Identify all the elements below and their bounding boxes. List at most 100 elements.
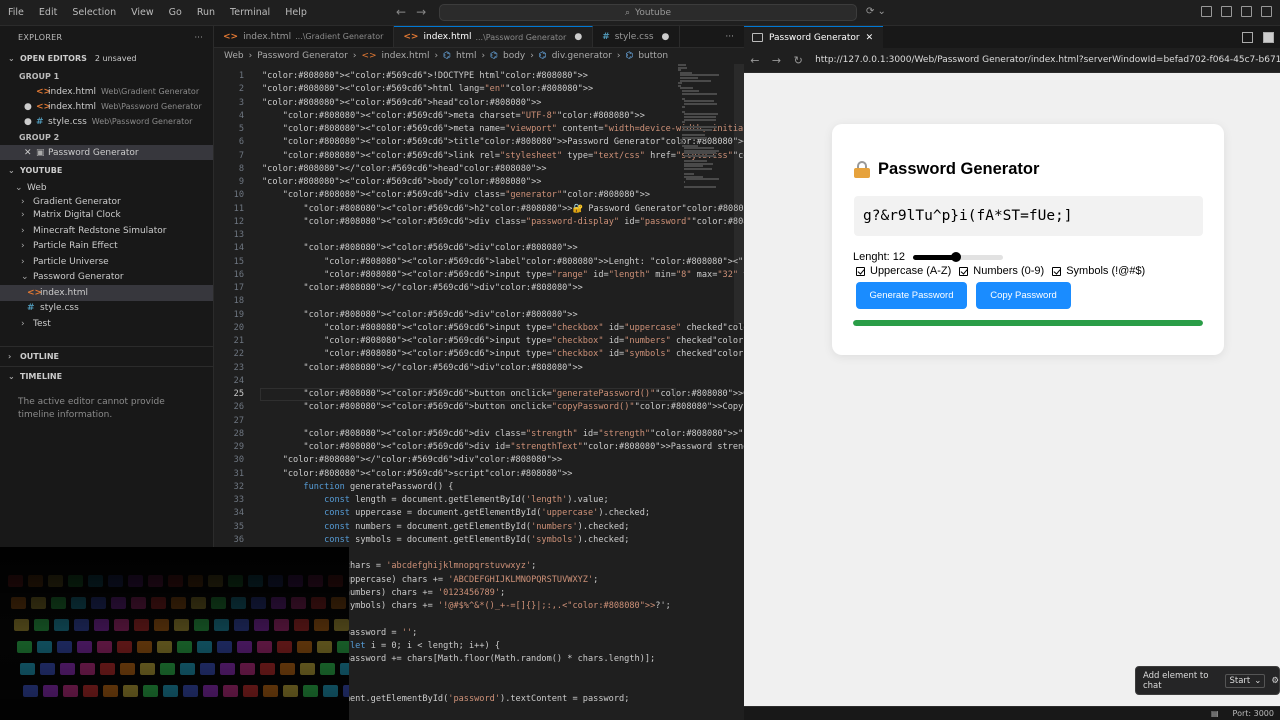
more-actions-icon[interactable]: ··· (715, 26, 744, 47)
port-status[interactable]: Port: 3000 (1233, 709, 1274, 718)
open-editors-section[interactable]: ⌄ OPEN EDITORS 2 unsaved (0, 48, 213, 68)
explorer-title: EXPLORER (18, 32, 63, 42)
toggle-panel-icon[interactable] (1221, 6, 1232, 17)
numbers-checkbox[interactable] (959, 266, 969, 276)
length-slider[interactable] (913, 251, 1003, 263)
menu-terminal[interactable]: Terminal (223, 7, 277, 18)
symbols-option[interactable]: Symbols (!@#$) (1052, 265, 1145, 277)
breadcrumb-item[interactable]: html (456, 51, 477, 61)
copilot-icon[interactable]: ⟳ ⌄ (866, 6, 886, 17)
menu-edit[interactable]: Edit (32, 7, 64, 18)
tree-item-test[interactable]: › Test (0, 316, 213, 332)
more-actions-icon[interactable]: ··· (194, 33, 203, 42)
tab-style-css[interactable]: # style.css ● (593, 26, 681, 47)
vertical-scrollbar[interactable] (734, 64, 744, 324)
open-editor-item[interactable]: <> index.html Web\Gradient Generator (0, 84, 213, 99)
menu-run[interactable]: Run (190, 7, 222, 18)
add-element-to-chat: Add element to chat Start ⌄ ⚙ (1135, 666, 1280, 695)
breadcrumb-item[interactable]: button (638, 51, 668, 61)
unsaved-dot-icon[interactable]: ● (662, 32, 670, 42)
tab-path: ...\Gradient Generator (295, 32, 384, 41)
tab-index-gradient[interactable]: <> index.html ...\Gradient Generator (214, 26, 395, 47)
line-number: 35 (233, 521, 244, 532)
menu-selection[interactable]: Selection (65, 7, 123, 18)
chevron-right-icon: › (530, 51, 534, 61)
code-line: "color:#808080"><"color:#569cd6">button … (303, 389, 744, 399)
tab-path: ...\Password Generator (475, 32, 567, 42)
customize-layout-icon[interactable] (1261, 6, 1272, 17)
option-label: Numbers (0-9) (973, 265, 1045, 277)
element-icon: ⌬ (490, 51, 498, 61)
open-editor-item[interactable]: ● # style.css Web\Password Generator (0, 114, 213, 129)
layout-icon[interactable]: ▤ (1211, 709, 1219, 718)
toggle-sidebar-icon[interactable] (1201, 6, 1212, 17)
generate-password-button[interactable]: Generate Password (856, 282, 967, 309)
menu-go[interactable]: Go (162, 7, 189, 18)
breadcrumb-item[interactable]: div.generator (552, 51, 612, 61)
minimap[interactable] (678, 64, 734, 194)
timeline-section[interactable]: ⌄ TIMELINE (0, 365, 213, 386)
outline-section[interactable]: › OUTLINE (0, 345, 213, 366)
tree-item-label: Particle Rain Effect (33, 241, 118, 252)
close-icon[interactable]: ✕ (866, 33, 874, 43)
tree-item[interactable]: › Gradient Generator (0, 196, 213, 208)
tree-item[interactable]: › Matrix Digital Clock (0, 208, 213, 224)
toggle-secondary-sidebar-icon[interactable] (1241, 6, 1252, 17)
split-editor-icon[interactable] (1242, 31, 1253, 43)
open-editor-name: index.html (48, 86, 96, 97)
tree-file-index[interactable]: <> index.html (0, 285, 213, 301)
symbols-checkbox[interactable] (1052, 266, 1062, 276)
tree-item[interactable]: › Particle Universe (0, 254, 213, 270)
forward-arrow-icon[interactable]: → (766, 54, 788, 67)
forward-arrow-icon[interactable]: → (416, 5, 436, 19)
unsaved-dot-icon: ● (24, 101, 32, 112)
tree-item-password-generator[interactable]: ⌄ Password Generator (0, 270, 213, 286)
chevron-down-icon: ⌄ (15, 182, 23, 193)
menu-help[interactable]: Help (278, 7, 314, 18)
breadcrumb-item[interactable]: Password Generator (257, 51, 348, 61)
code-line: "color:#808080"></"color:#569cd6">head"c… (262, 163, 547, 174)
minimap-line (682, 121, 686, 124)
code-line: "color:#808080"><"color:#569cd6">title"c… (282, 137, 744, 148)
gear-icon[interactable]: ⚙ (1271, 676, 1279, 686)
tree-item[interactable]: › Particle Rain Effect (0, 239, 213, 255)
tree-item[interactable]: › Minecraft Redstone Simulator (0, 223, 213, 239)
unsaved-dot-icon[interactable]: ● (574, 32, 582, 42)
chevron-right-icon: › (21, 210, 25, 221)
menu-view[interactable]: View (124, 7, 161, 18)
code-line: const length = document.getElementById('… (324, 495, 609, 505)
close-icon[interactable]: ✕ (24, 148, 36, 158)
toggle-layout-icon[interactable] (1263, 31, 1274, 43)
reload-icon[interactable]: ↻ (787, 54, 809, 67)
open-editor-preview[interactable]: ✕ ▣ Password Generator (0, 145, 213, 160)
command-center-search[interactable]: ⌕ Youtube (439, 4, 857, 21)
tree-item-label: Particle Universe (33, 256, 109, 267)
back-arrow-icon[interactable]: ← (396, 5, 416, 19)
open-editor-item[interactable]: ● <> index.html Web\Password Generator (0, 99, 213, 114)
back-arrow-icon[interactable]: ← (744, 54, 766, 67)
folder-web[interactable]: ⌄ Web (0, 180, 213, 196)
start-button[interactable]: Start ⌄ (1225, 673, 1266, 688)
uppercase-option[interactable]: Uppercase (A-Z) (856, 265, 951, 277)
line-number: 31 (233, 468, 244, 479)
line-number: 15 (233, 256, 244, 267)
tab-index-password[interactable]: <> index.html ...\Password Generator ● (394, 26, 594, 47)
breadcrumb-item[interactable]: body (503, 51, 525, 61)
tab-preview[interactable]: Password Generator ✕ (744, 26, 884, 48)
url-input[interactable]: http://127.0.0.1:3000/Web/Password Gener… (815, 55, 1280, 65)
folder-label: Web (27, 182, 47, 193)
options-row: Uppercase (A-Z) Numbers (0-9) Symbols (!… (856, 265, 1153, 277)
numbers-option[interactable]: Numbers (0-9) (959, 265, 1044, 277)
menu-file[interactable]: File (1, 7, 31, 18)
slider-thumb[interactable] (951, 252, 961, 262)
password-display: g?&r9lTu^p}i(fA*ST=fUe;] (854, 196, 1203, 236)
breadcrumb-item[interactable]: Web (224, 51, 244, 61)
tree-file-style[interactable]: # style.css (0, 301, 213, 317)
uppercase-checkbox[interactable] (856, 266, 865, 276)
code-line: "color:#808080"><"color:#569cd6">label"c… (324, 256, 744, 267)
browser-preview: Password Generator ✕ ← → ↻ http://127.0.… (744, 26, 1280, 706)
workspace-section[interactable]: ⌄ YOUTUBE (0, 160, 213, 180)
tab-label: index.html (243, 31, 292, 42)
copy-password-button[interactable]: Copy Password (976, 282, 1071, 309)
breadcrumb-item[interactable]: index.html (382, 51, 430, 61)
